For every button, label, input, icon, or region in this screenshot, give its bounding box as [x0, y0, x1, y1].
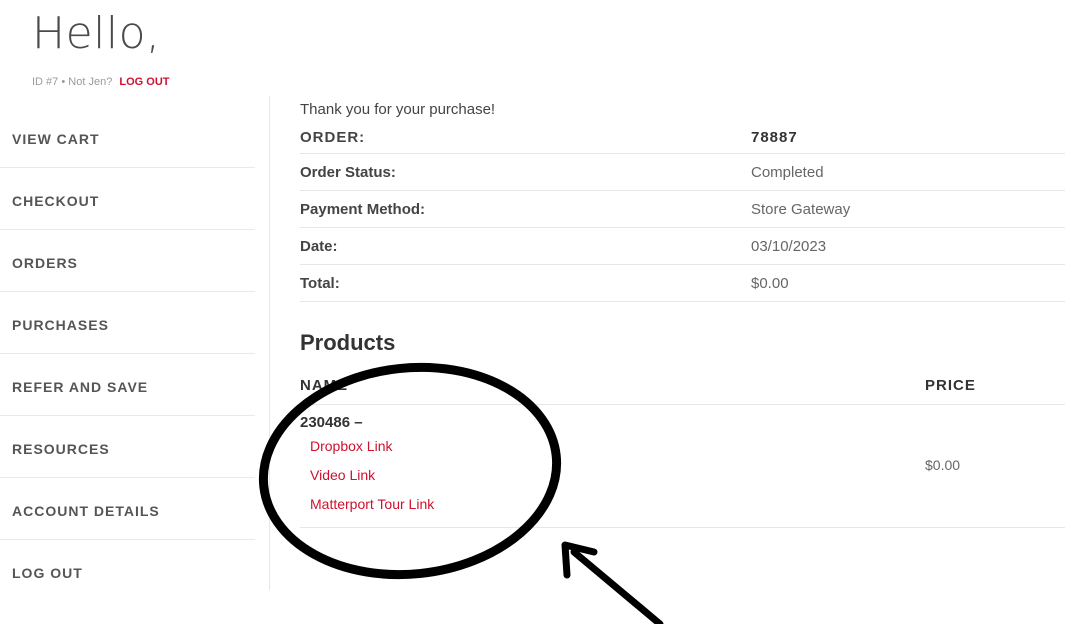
total-row: Total: $0.00: [300, 265, 1065, 302]
nav-item-resources[interactable]: RESOURCES: [0, 416, 255, 478]
order-number: 78887: [751, 129, 798, 146]
dropbox-link[interactable]: Dropbox Link: [310, 436, 434, 465]
nav-item-view-cart[interactable]: VIEW CART: [0, 106, 255, 168]
payment-method-row: Payment Method: Store Gateway: [300, 191, 1065, 228]
order-details-table: ORDER: 78887 Order Status: Completed Pay…: [300, 122, 1065, 302]
not-user-link[interactable]: Not Jen?: [68, 76, 112, 88]
order-label: ORDER:: [300, 129, 366, 146]
total-label: Total:: [300, 274, 340, 292]
total-value: $0.00: [751, 274, 789, 292]
product-id: 230486 –: [300, 414, 363, 431]
page-greeting: Hello,: [32, 8, 161, 59]
order-status-row: Order Status: Completed: [300, 154, 1065, 191]
product-row: 230486 – Dropbox Link Video Link Matterp…: [300, 405, 1065, 528]
payment-method-value: Store Gateway: [751, 200, 851, 218]
nav-item-log-out[interactable]: LOG OUT: [0, 540, 255, 602]
date-value: 03/10/2023: [751, 237, 827, 255]
nav-item-refer-and-save[interactable]: REFER AND SAVE: [0, 354, 255, 416]
nav-item-account-details[interactable]: ACCOUNT DETAILS: [0, 478, 255, 540]
nav-item-purchases[interactable]: PURCHASES: [0, 292, 255, 354]
account-meta: ID #7 • Not Jen? LOG OUT: [32, 76, 169, 88]
payment-method-label: Payment Method:: [300, 200, 426, 218]
date-label: Date:: [300, 237, 338, 255]
meta-separator: •: [61, 76, 66, 88]
header-logout-link[interactable]: LOG OUT: [119, 76, 169, 88]
thank-you-message: Thank you for your purchase!: [300, 101, 496, 118]
order-number-row: ORDER: 78887: [300, 122, 1065, 154]
order-status-value: Completed: [751, 163, 824, 181]
nav-item-orders[interactable]: ORDERS: [0, 230, 255, 292]
products-table-header: NAME PRICE: [300, 373, 1065, 405]
arrow-shaft: [570, 548, 664, 624]
matterport-tour-link[interactable]: Matterport Tour Link: [310, 494, 434, 523]
account-nav: VIEW CART CHECKOUT ORDERS PURCHASES REFE…: [0, 106, 255, 602]
order-status-label: Order Status:: [300, 163, 396, 181]
products-heading: Products: [300, 330, 396, 355]
date-row: Date: 03/10/2023: [300, 228, 1065, 265]
product-price: $0.00: [925, 457, 961, 473]
column-header-name: NAME: [300, 377, 349, 394]
video-link[interactable]: Video Link: [310, 465, 434, 494]
product-links: Dropbox Link Video Link Matterport Tour …: [310, 436, 434, 523]
nav-item-checkout[interactable]: CHECKOUT: [0, 168, 255, 230]
account-id: ID #7: [32, 76, 59, 88]
column-header-price: PRICE: [925, 377, 976, 394]
arrow-head-icon: [561, 541, 598, 579]
nav-divider: [269, 96, 270, 590]
